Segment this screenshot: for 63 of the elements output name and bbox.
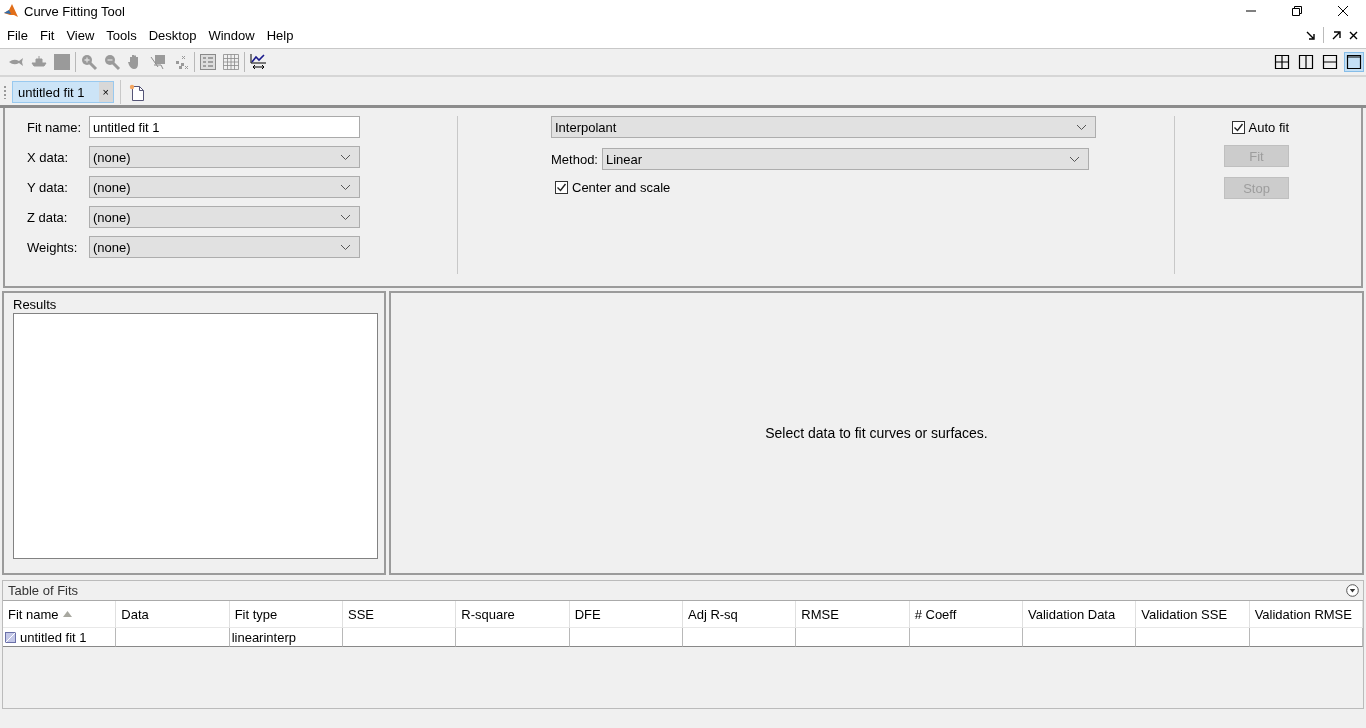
close-icon[interactable] [1337,5,1349,17]
column-header[interactable]: SSE [343,601,457,628]
field-label: X data: [27,149,70,165]
checkbox[interactable] [1231,121,1245,134]
layout-button[interactable] [1296,52,1316,72]
method-dropdown[interactable]: Linear [602,148,1089,170]
fit-type-dropdown[interactable]: Interpolant [551,116,1096,138]
menu-item[interactable]: Help [260,27,300,43]
column-header[interactable]: Data [116,601,230,628]
chevron-down-icon [340,243,351,251]
dock-arrow-icon[interactable] [1306,30,1315,40]
menu-item[interactable]: Window [202,27,261,43]
data-dropdown[interactable]: (none) [89,236,360,258]
checkbox-label: Center and scale [572,180,671,195]
column-header[interactable]: DFE [569,601,683,628]
menu-item[interactable]: Fit [33,27,61,43]
table-cell: linearinterp [229,628,343,647]
data-dropdown[interactable]: (none) [89,206,360,228]
sort-ascending-icon [62,611,72,617]
chevron-down-icon [340,183,351,191]
restore-icon[interactable] [1291,5,1303,17]
checkbox[interactable] [555,181,568,194]
window-title: Curve Fitting Tool [24,3,125,19]
layout-button[interactable] [1272,52,1292,72]
column-header[interactable]: R-square [456,601,570,628]
column-header[interactable]: Validation Data [1023,601,1137,628]
column-header[interactable]: Validation SSE [1136,601,1250,628]
fit-name-field[interactable]: untitled fit 1 [89,116,360,138]
undock-arrow-icon[interactable] [1332,30,1341,40]
panel-title: Table of Fits [8,583,79,598]
chevron-down-icon [1076,123,1087,131]
chevron-down-icon [1069,155,1080,163]
column-header[interactable]: RMSE [796,601,910,628]
field-label: Y data: [27,179,69,195]
collapse-icon[interactable] [1346,584,1359,597]
column-header[interactable]: Validation RMSE [1249,601,1363,628]
field-label: Weights: [27,239,79,255]
data-dropdown[interactable]: (none) [89,176,360,198]
menu-item[interactable]: File [1,27,34,43]
menu-item[interactable]: Desktop [142,27,203,43]
document-tab[interactable]: untitled fit 1 × [12,81,114,103]
chevron-down-icon [340,213,351,221]
panel-title: Results [13,297,58,312]
empty-plot-message: Select data to fit curves or surfaces. [765,425,988,441]
menu-item[interactable]: Tools [100,27,143,43]
menu-item[interactable]: View [60,27,101,43]
new-document-icon[interactable] [128,83,145,101]
column-header[interactable]: Adj R-sq [683,601,797,628]
layout-button[interactable] [1344,52,1364,72]
field-label: Z data: [27,209,69,225]
field-label: Fit name: [27,119,83,135]
tab-close-button[interactable]: × [98,82,113,102]
checkbox-label: Auto fit [1248,120,1289,135]
field-label: Method: [551,151,598,167]
column-header[interactable]: # Coeff [909,601,1023,628]
data-dropdown[interactable]: (none) [89,146,360,168]
layout-button[interactable] [1320,52,1340,72]
column-header[interactable]: Fit name [3,601,117,628]
chevron-down-icon [340,153,351,161]
table-cell: untitled fit 1 [20,629,87,645]
column-header[interactable]: Fit type [229,601,343,628]
app-logo-icon [3,3,19,19]
close-icon[interactable] [1349,30,1358,40]
